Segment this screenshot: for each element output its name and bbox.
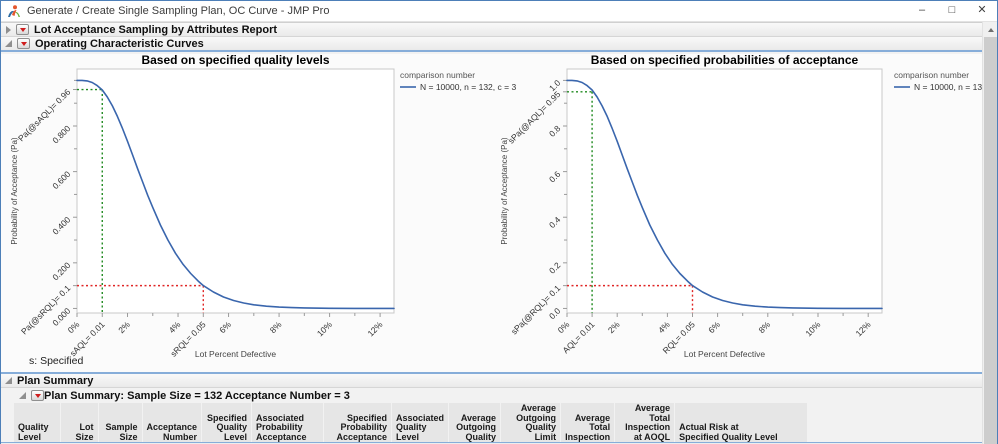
vertical-scrollbar[interactable] [982, 22, 997, 444]
outline-band-plan-summary[interactable]: Plan Summary [1, 372, 984, 388]
column-header: Actual Risk at Specified Quality Level [674, 403, 808, 443]
x-tick-label: 2% [116, 319, 132, 335]
outline-band-plan-detail[interactable]: Plan Summary: Sample Size = 132 Acceptan… [1, 388, 984, 403]
x-tick-label: 12% [854, 319, 873, 338]
column-header: Average Total Inspection at AOQL [614, 403, 676, 443]
legend-title: comparison number [400, 70, 475, 80]
y-tick-label: 0.800 [50, 123, 72, 145]
legend-title: comparison number [894, 70, 969, 80]
plot-area[interactable] [76, 68, 395, 314]
plan-summary-table-wrap: Quality Level Lot Size Sample Size Acceptan… [14, 403, 808, 444]
y-axis-title: Probability of Acceptance (Pa) [10, 137, 19, 245]
legend-entry[interactable]: N = 10000, n = 132, c = 3 [420, 82, 516, 92]
titlebar: Generate / Create Single Sampling Plan, … [1, 1, 997, 22]
y-axis-title: Probability of Acceptance (Pa) [500, 137, 509, 245]
x-tick-label: 4% [656, 319, 672, 335]
y-tick-label: 0.600 [50, 169, 72, 191]
plan-summary-table: Quality Level Lot Size Sample Size Acceptan… [14, 403, 808, 444]
window-title: Generate / Create Single Sampling Plan, … [27, 5, 330, 17]
x-axis-title: Lot Percent Defective [195, 349, 277, 359]
plan-detail-label: Plan Summary: Sample Size = 132 Acceptan… [44, 389, 350, 402]
x-tick-label: 10% [803, 319, 822, 338]
column-header: Sample Size [98, 403, 143, 443]
red-triangle-menu-icon[interactable] [17, 38, 30, 49]
y-tick-label: 0.4 [547, 214, 563, 230]
oc-curve-charts: 0.000Pa(@sRQL)= 0.10.2000.4000.6000.800P… [10, 54, 984, 359]
chart-title: Based on specified quality levels [141, 54, 329, 67]
x-tick-label: 10% [315, 319, 334, 338]
x-tick-label: 0% [66, 319, 82, 335]
y-tick-label: 0.6 [547, 169, 563, 185]
disclosure-closed-icon[interactable] [6, 25, 11, 34]
column-header: Average Total Inspection [560, 403, 616, 443]
table-header-row: Quality Level Lot Size Sample Size Acceptan… [14, 403, 808, 443]
minimize-button[interactable]: – [907, 1, 937, 21]
column-header: Lot Size [60, 403, 99, 443]
column-header: Associated Quality Level [391, 403, 450, 443]
x-tick-label: 8% [756, 319, 772, 335]
column-header: Specified Quality Level [201, 403, 253, 443]
y-tick-label: 1.0 [547, 78, 563, 94]
chart-title: Based on specified probabilities of acce… [591, 54, 859, 67]
x-tick-label: 0% [556, 319, 572, 335]
x-tick-label: 8% [268, 319, 284, 335]
y-tick-label: 0.400 [50, 214, 72, 236]
y-tick-label: 0.200 [50, 260, 72, 282]
jmp-app-icon [7, 4, 21, 18]
x-tick-label: 4% [167, 319, 183, 335]
x-tick-label: 12% [365, 319, 384, 338]
disclosure-open-icon[interactable] [5, 40, 12, 47]
column-header: Associated Probability Acceptance [251, 403, 325, 443]
outline-band-report[interactable]: Lot Acceptance Sampling by Attributes Re… [1, 22, 984, 37]
column-header: Quality Level [14, 403, 61, 443]
legend-entry[interactable]: N = 10000, n = 132, c = 3 [914, 82, 984, 92]
x-axis-title: Lot Percent Defective [684, 349, 766, 359]
y-tick-label: 0.2 [547, 260, 563, 276]
column-header: Acceptance Number [142, 403, 203, 443]
disclosure-open-icon[interactable] [5, 377, 12, 384]
scroll-up-icon[interactable] [983, 22, 997, 37]
disclosure-open-icon[interactable] [19, 392, 26, 399]
plot-area[interactable] [566, 68, 883, 314]
column-header: Average Outgoing Quality Limit [500, 403, 562, 443]
close-button[interactable]: ✕ [967, 1, 997, 21]
y-tick-label: 0.0 [547, 306, 563, 322]
specified-note: s: Specified [29, 355, 84, 367]
outline-band-oc-label: Operating Characteristic Curves [35, 37, 204, 50]
outline-band-oc-curves[interactable]: Operating Characteristic Curves [1, 37, 984, 52]
oc-charts-region: 0.000 Pa(@sRQL)= 0.1 0.200 0.400 0.600 0.800 P… [1, 54, 984, 372]
x-tick-label: 6% [706, 319, 722, 335]
y-tick-label: 0.8 [547, 123, 563, 139]
column-header: Specified Probability Acceptance [323, 403, 393, 443]
plan-summary-label: Plan Summary [17, 374, 94, 387]
red-triangle-menu-icon[interactable] [31, 390, 44, 401]
scrollbar-thumb[interactable] [984, 37, 997, 444]
red-triangle-menu-icon[interactable] [16, 24, 29, 35]
maximize-button[interactable]: □ [937, 1, 967, 21]
column-header: Average Outgoing Quality [448, 403, 502, 443]
outline-band-report-label: Lot Acceptance Sampling by Attributes Re… [34, 23, 278, 36]
x-tick-label: 2% [606, 319, 622, 335]
x-tick-label: 6% [217, 319, 233, 335]
jmp-window: Generate / Create Single Sampling Plan, … [0, 0, 998, 444]
